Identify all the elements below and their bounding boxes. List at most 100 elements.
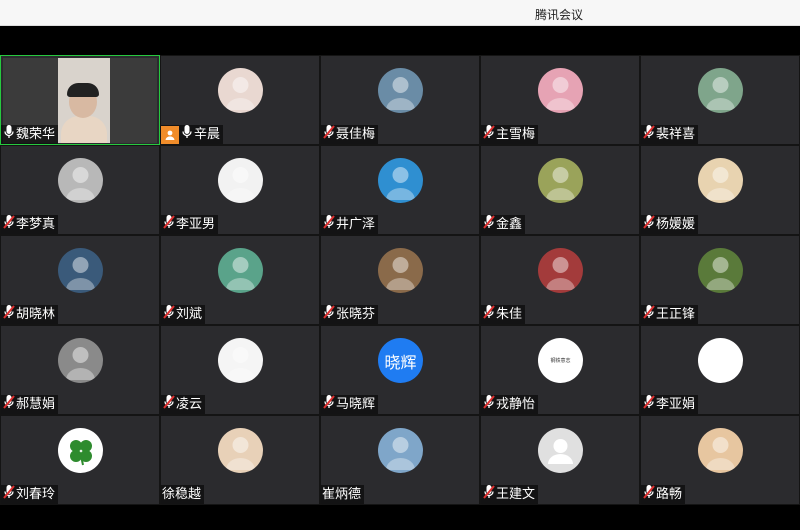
participant-name: 李亚男	[176, 217, 216, 232]
participant-label: 杨媛媛	[641, 215, 699, 234]
participant-tile[interactable]: 杨媛媛	[640, 145, 800, 235]
participant-tile[interactable]: 刘春玲	[0, 415, 160, 505]
avatar	[58, 248, 103, 293]
participant-name: 朱佳	[496, 307, 523, 322]
participant-name: 裴祥喜	[656, 127, 696, 142]
participant-name: 戎静怡	[496, 397, 536, 412]
participant-tile[interactable]: 胡晓林	[0, 235, 160, 325]
participant-label: 崔炳德	[321, 485, 365, 504]
participant-name: 魏荣华	[16, 127, 56, 142]
mic-muted-icon	[481, 394, 495, 414]
bottom-bar	[0, 505, 800, 530]
avatar	[218, 428, 263, 473]
participant-label: 金鑫	[481, 214, 526, 234]
participant-tile[interactable]: 主雪梅	[480, 55, 640, 145]
participant-label: 王正锋	[641, 304, 699, 324]
default-user-icon	[538, 428, 583, 473]
avatar	[698, 428, 743, 473]
participant-tile[interactable]: 路畅	[640, 415, 800, 505]
participant-tile[interactable]: 郝慧娟	[0, 325, 160, 415]
participant-name: 徐稳越	[162, 487, 202, 502]
mic-muted-icon	[161, 214, 175, 234]
clover-icon	[58, 428, 103, 473]
avatar: 晓辉	[378, 338, 423, 383]
title-bar: 腾讯会议	[0, 0, 800, 26]
participant-label: 徐稳越	[161, 485, 205, 504]
participant-tile[interactable]: 金鑫	[480, 145, 640, 235]
participant-tile[interactable]: 徐稳越	[160, 415, 320, 505]
participant-tile[interactable]: 裴祥喜	[640, 55, 800, 145]
participant-tile[interactable]: 聂佳梅	[320, 55, 480, 145]
participant-tile[interactable]: 王正锋	[640, 235, 800, 325]
participant-tile[interactable]: 钢铁意志戎静怡	[480, 325, 640, 415]
participant-name: 刘斌	[176, 307, 203, 322]
participant-name: 聂佳梅	[336, 127, 376, 142]
participant-name: 李亚娟	[656, 397, 696, 412]
participant-name: 马晓辉	[336, 397, 376, 412]
participant-tile[interactable]: 晓辉 马晓辉	[320, 325, 480, 415]
participant-label: 王建文	[481, 485, 539, 504]
participant-grid: 魏荣华 辛晨 聂佳梅 主雪梅 裴祥喜 李梦真 李亚男 井广泽 金鑫 杨媛媛 胡晓…	[0, 55, 800, 505]
avatar	[378, 158, 423, 203]
avatar	[378, 68, 423, 113]
participant-name: 辛晨	[194, 127, 221, 142]
mic-muted-icon	[1, 484, 15, 504]
avatar	[538, 248, 583, 293]
avatar	[218, 68, 263, 113]
mic-muted-icon	[641, 304, 655, 324]
participant-label: 朱佳	[481, 305, 526, 324]
participant-name: 凌云	[176, 397, 203, 412]
participant-name: 张晓芬	[336, 307, 376, 322]
participant-tile[interactable]: 刘斌	[160, 235, 320, 325]
participant-name: 崔炳德	[322, 487, 362, 502]
mic-muted-icon	[641, 394, 655, 414]
avatar	[698, 68, 743, 113]
participant-label: 路畅	[641, 484, 686, 504]
participant-name: 杨媛媛	[656, 217, 696, 232]
participant-tile[interactable]: 崔炳德	[320, 415, 480, 505]
participant-label: 郝慧娟	[1, 394, 59, 414]
avatar	[538, 68, 583, 113]
window-title: 腾讯会议	[535, 8, 584, 22]
participant-label: 张晓芬	[321, 304, 379, 324]
participant-name: 刘春玲	[16, 487, 56, 502]
participant-tile[interactable]: 凌云	[160, 325, 320, 415]
participant-tile[interactable]: 井广泽	[320, 145, 480, 235]
avatar	[218, 158, 263, 203]
mic-muted-icon	[481, 214, 495, 234]
mic-muted-icon	[1, 394, 15, 414]
participant-label: 聂佳梅	[321, 124, 379, 144]
mic-muted-icon	[641, 124, 655, 144]
participant-tile[interactable]: 张晓芬	[320, 235, 480, 325]
participant-tile[interactable]: 王建文	[480, 415, 640, 505]
participant-name: 胡晓林	[16, 307, 56, 322]
participant-tile[interactable]: 魏荣华	[0, 55, 160, 145]
participant-tile[interactable]: 朱佳	[480, 235, 640, 325]
participant-label: 辛晨	[161, 124, 224, 144]
participant-label: 魏荣华	[1, 125, 59, 144]
mic-muted-icon	[1, 304, 15, 324]
host-icon	[161, 125, 179, 144]
participant-tile[interactable]: 李亚男	[160, 145, 320, 235]
avatar	[698, 158, 743, 203]
avatar	[698, 338, 743, 383]
participant-name: 李梦真	[16, 217, 56, 232]
mic-muted-icon	[321, 304, 335, 324]
participant-tile[interactable]: 李梦真	[0, 145, 160, 235]
participant-tile[interactable]: 辛晨	[160, 55, 320, 145]
mic-muted-icon	[321, 214, 335, 234]
participant-label: 马晓辉	[321, 395, 379, 414]
participant-label: 刘春玲	[1, 484, 59, 504]
mic-icon	[179, 124, 193, 144]
mic-muted-icon	[161, 304, 175, 324]
participant-tile[interactable]: 李亚娟	[640, 325, 800, 415]
participant-name: 金鑫	[496, 217, 523, 232]
mic-muted-icon	[321, 124, 335, 144]
participant-label: 李亚男	[161, 214, 219, 234]
avatar: 钢铁意志	[538, 338, 583, 383]
avatar-text: 钢铁意志	[550, 358, 571, 364]
avatar	[378, 248, 423, 293]
mic-muted-icon	[641, 484, 655, 504]
participant-label: 戎静怡	[481, 394, 539, 414]
participant-name: 王正锋	[656, 307, 696, 322]
